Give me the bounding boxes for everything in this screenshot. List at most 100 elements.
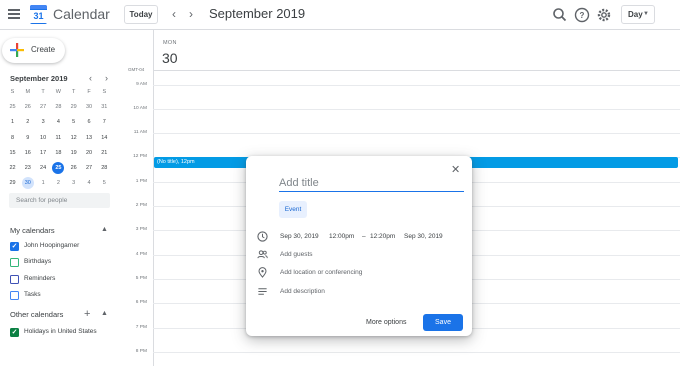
main-menu-icon[interactable]	[8, 9, 20, 19]
mini-day[interactable]: 17	[36, 147, 51, 160]
chevron-right-icon[interactable]: ›	[189, 6, 193, 22]
end-time[interactable]: 12:20pm	[370, 233, 395, 240]
mini-day[interactable]: 15	[5, 147, 20, 160]
mini-day[interactable]: 1	[5, 116, 20, 129]
mini-day[interactable]: 26	[20, 101, 35, 114]
mini-day[interactable]: 27	[36, 101, 51, 114]
mini-day[interactable]: 4	[82, 177, 97, 190]
view-switcher[interactable]: Day ▼	[621, 5, 655, 24]
mini-day[interactable]: 3	[66, 177, 81, 190]
location-row[interactable]: Add location or conferencing	[255, 267, 465, 279]
mini-day[interactable]: 12	[66, 132, 81, 145]
guests-row[interactable]: Add guests	[255, 249, 465, 261]
mini-day[interactable]: 2	[20, 116, 35, 129]
description-icon	[258, 288, 267, 295]
event-type-tab[interactable]: Event	[279, 201, 307, 218]
calendar-logo[interactable]: 31	[30, 5, 47, 24]
settings-icon[interactable]	[595, 6, 613, 24]
svg-text:?: ?	[580, 11, 585, 20]
description-row[interactable]: Add description	[255, 286, 465, 298]
mini-day[interactable]: 4	[51, 116, 66, 129]
calendar-item[interactable]: Tasks	[10, 290, 110, 302]
weekday-label: T	[72, 89, 76, 95]
mini-day[interactable]: 18	[51, 147, 66, 160]
create-button[interactable]: Create	[2, 38, 65, 63]
mini-day[interactable]: 1	[36, 177, 51, 190]
date-time-row: Sep 30, 2019 12:00pm – 12:20pm Sep 30, 2…	[255, 231, 465, 243]
hour-gridline	[153, 133, 680, 135]
mini-day[interactable]: 22	[5, 162, 20, 175]
mini-day[interactable]: 10	[36, 132, 51, 145]
mini-day[interactable]: 3	[36, 116, 51, 129]
view-switcher-label: Day	[628, 10, 643, 19]
title-input[interactable]: Add title	[279, 176, 464, 192]
quick-create-dialog: ✕ Add title Event Sep 30, 2019 12:00pm –…	[246, 156, 472, 336]
mini-day[interactable]: 24	[36, 162, 51, 175]
mini-day[interactable]: 20	[82, 147, 97, 160]
start-date[interactable]: Sep 30, 2019	[280, 233, 319, 240]
more-options-button[interactable]: More options	[366, 319, 406, 326]
mini-day[interactable]: 26	[66, 162, 81, 175]
add-description-field[interactable]: Add description	[280, 288, 325, 295]
mini-calendar-title: September 2019	[10, 74, 68, 83]
collapse-icon[interactable]: ▲	[101, 310, 108, 317]
hour-label: 7 PM	[135, 324, 147, 330]
other-calendars-heading[interactable]: Other calendars	[10, 310, 63, 319]
chevron-left-icon[interactable]: ‹	[172, 6, 176, 22]
mini-day-today[interactable]: 25	[51, 162, 66, 175]
mini-day[interactable]: 5	[66, 116, 81, 129]
day-number[interactable]: 30	[162, 50, 178, 66]
mini-day[interactable]: 5	[97, 177, 112, 190]
end-date[interactable]: Sep 30, 2019	[404, 233, 443, 240]
calendar-checkbox[interactable]	[10, 274, 19, 284]
mini-day[interactable]: 16	[20, 147, 35, 160]
today-button[interactable]: Today	[124, 5, 158, 24]
help-icon[interactable]: ?	[573, 6, 591, 24]
mini-day[interactable]: 23	[20, 162, 35, 175]
mini-day[interactable]: 8	[5, 132, 20, 145]
app-title[interactable]: Calendar	[53, 6, 110, 22]
mini-next-month-icon[interactable]: ›	[105, 73, 108, 83]
close-icon[interactable]: ✕	[451, 164, 460, 176]
calendar-checkbox[interactable]: ✓	[10, 328, 19, 337]
add-calendar-icon[interactable]: +	[84, 309, 90, 320]
mini-day[interactable]: 19	[66, 147, 81, 160]
calendar-item[interactable]: ✓ John Hoopingarner	[10, 241, 110, 253]
mini-day[interactable]: 7	[97, 116, 112, 129]
add-guests-field[interactable]: Add guests	[280, 251, 313, 258]
mini-day[interactable]: 25	[5, 101, 20, 114]
hour-label: 5 PM	[135, 275, 147, 281]
clock-icon	[257, 231, 268, 242]
calendar-item[interactable]: Birthdays	[10, 257, 110, 269]
mini-day[interactable]: 13	[82, 132, 97, 145]
calendar-checkbox[interactable]	[10, 258, 19, 268]
search-people-input[interactable]: Search for people	[9, 193, 110, 208]
mini-day[interactable]: 6	[82, 116, 97, 129]
collapse-icon[interactable]: ▲	[101, 226, 108, 233]
calendar-checkbox[interactable]	[10, 291, 19, 301]
top-bar: 31 Calendar Today ‹ › September 2019 ? D…	[0, 0, 680, 30]
start-time[interactable]: 12:00pm	[329, 233, 354, 240]
mini-day[interactable]: 11	[51, 132, 66, 145]
mini-day[interactable]: 21	[97, 147, 112, 160]
calendar-checkbox[interactable]: ✓	[10, 242, 19, 251]
calendar-item[interactable]: ✓ Holidays in United States	[10, 327, 110, 339]
add-location-field[interactable]: Add location or conferencing	[280, 269, 362, 276]
mini-day[interactable]: 29	[66, 101, 81, 114]
mini-day[interactable]: 2	[51, 177, 66, 190]
mini-day[interactable]: 30	[82, 101, 97, 114]
mini-day[interactable]: 27	[82, 162, 97, 175]
mini-day[interactable]: 28	[51, 101, 66, 114]
calendar-item[interactable]: Reminders	[10, 274, 110, 286]
mini-day[interactable]: 14	[97, 132, 112, 145]
mini-prev-month-icon[interactable]: ‹	[89, 73, 92, 83]
hour-label: 2 PM	[135, 203, 147, 208]
mini-day[interactable]: 31	[97, 101, 112, 114]
my-calendars-heading[interactable]: My calendars	[10, 226, 55, 235]
search-icon[interactable]	[551, 6, 569, 24]
save-button[interactable]: Save	[423, 314, 463, 331]
mini-day[interactable]: 29	[5, 177, 20, 190]
mini-day[interactable]: 9	[20, 132, 35, 145]
mini-day[interactable]: 28	[97, 162, 112, 175]
mini-day-selected[interactable]: 30	[20, 177, 35, 190]
